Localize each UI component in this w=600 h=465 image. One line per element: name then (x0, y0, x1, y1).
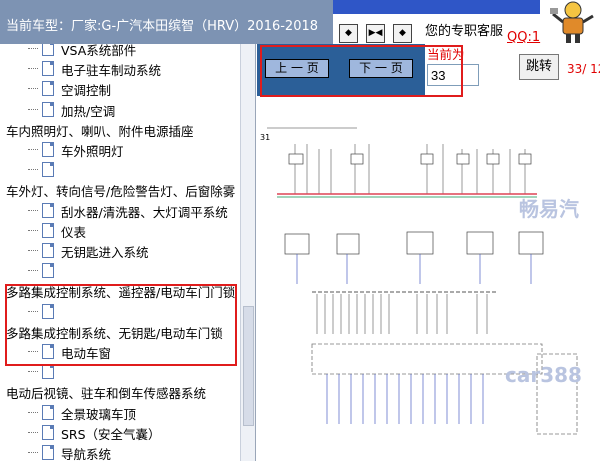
first-page-button[interactable]: ◆ (339, 24, 358, 43)
tree-connector (28, 411, 38, 413)
toggle-page-button[interactable]: ▶◀ (366, 24, 385, 43)
vehicle-label: 当前车型： (6, 19, 72, 34)
tree-item-label: 导航系统 (61, 447, 112, 461)
tree-leaf-item[interactable]: 导航系统 (0, 442, 240, 461)
wiring-diagram-drawing: 31 畅易汽 car388 (260, 127, 582, 435)
document-icon (42, 404, 54, 420)
document-icon (42, 101, 54, 117)
support-text: 您的专职客服 (425, 24, 504, 39)
tree-connector (28, 452, 38, 453)
document-icon (42, 243, 54, 258)
sidebar-tree: VSA系统部件电子驻车制动系统 空调控制加热/空调车内照明灯、喇叭、附件电源插座车… (0, 44, 256, 461)
tree-item-label: 无钥匙进入系统 (61, 245, 149, 260)
document-icon (42, 222, 54, 238)
document-icon (42, 81, 54, 97)
tree-folder-item[interactable]: 电动后视镜、驻车和倒车传感器系统 (0, 381, 240, 403)
tree-connector (28, 371, 38, 373)
document-icon (42, 445, 54, 460)
diagram-id: 31 (260, 133, 270, 142)
tree-item-label: 电动后视镜、驻车和倒车传感器系统 (6, 386, 207, 402)
tree-item-label: 车外灯、转向信号/危险警告灯、后窗除雾 (6, 184, 236, 200)
tree-leaf-item[interactable]: SRS（安全气囊） (0, 422, 240, 444)
scrollbar-thumb[interactable] (243, 306, 254, 426)
main-panel: 上 一 页 下 一 页 当前为 跳转 33/ 12 31 (257, 44, 600, 461)
tree-connector (28, 229, 38, 231)
document-icon (42, 424, 54, 440)
tree-connector (28, 108, 38, 110)
document-icon (42, 44, 54, 56)
tree-item-label: 车外照明灯 (61, 144, 124, 159)
page-toolbar: 上 一 页 下 一 页 当前为 跳转 33/ 12 (257, 44, 600, 97)
tree-leaf-item[interactable] (0, 159, 240, 181)
tree-leaf-item[interactable] (0, 260, 240, 282)
wiring-diagram: 31 畅易汽 car388 (257, 124, 600, 461)
last-page-button[interactable]: ◆ (393, 24, 412, 43)
tree-item-label: 全景玻璃车顶 (61, 406, 137, 422)
vehicle-info: 当前车型：厂家:G-广汽本田缤智（HRV）2016-2018 (0, 0, 333, 44)
tree-item-label: 刮水器/清洗器、大灯调平系统 (61, 204, 228, 220)
tree-connector (28, 250, 38, 251)
tree-connector (28, 88, 38, 90)
tree-leaf-item[interactable]: 仪表 (0, 220, 240, 242)
tree-leaf-item[interactable]: 刮水器/清洗器、大灯调平系统 (0, 200, 240, 222)
jump-button[interactable]: 跳转 (519, 54, 559, 80)
document-icon (42, 364, 54, 380)
mascot-icon (550, 1, 594, 43)
tree-connector (28, 270, 38, 272)
tree-connector (28, 48, 38, 49)
vehicle-value: 厂家:G-广汽本田缤智（HRV）2016-2018 (71, 19, 319, 34)
toolbar-highlight-box (260, 45, 463, 97)
document-icon (42, 142, 54, 157)
tree-connector (28, 169, 38, 171)
tree-connector (28, 68, 38, 70)
document-icon (42, 61, 54, 77)
tree-folder-item[interactable]: 车内照明灯、喇叭、附件电源插座 (0, 119, 240, 141)
tree-item-label: 仪表 (61, 224, 87, 240)
tree-item-label: 空调控制 (61, 83, 112, 99)
tree-item-label: SRS（安全气囊） (61, 426, 161, 442)
tree-leaf-item[interactable]: 电子驻车制动系统 (0, 58, 240, 80)
highlight-selection-box (5, 284, 237, 366)
tree-leaf-item[interactable]: 加热/空调 (0, 99, 240, 121)
top-bar: 当前车型：厂家:G-广汽本田缤智（HRV）2016-2018 ◆ ▶◀ ◆ 您的… (0, 0, 600, 45)
document-icon (42, 162, 54, 178)
tree-item-label: VSA系统部件 (61, 44, 137, 58)
tree-leaf-item[interactable]: 全景玻璃车顶 (0, 402, 240, 424)
page-count: 33/ 12 (567, 62, 600, 76)
tree-connector (28, 149, 38, 150)
tree-item-label: 加热/空调 (61, 103, 116, 119)
watermark-bottom: car388 (505, 363, 582, 387)
tree-item-label: 电子驻车制动系统 (61, 63, 162, 79)
qq-link[interactable]: QQ:1 (507, 30, 540, 45)
tree-item-label: 车内照明灯、喇叭、附件电源插座 (6, 123, 194, 139)
tree-leaf-item[interactable]: 无钥匙进入系统 (0, 240, 240, 262)
document-icon (42, 202, 54, 218)
tree-connector (28, 431, 38, 433)
document-icon (42, 263, 54, 279)
tree-connector (28, 209, 38, 211)
tree-folder-item[interactable]: 车外灯、转向信号/危险警告灯、后窗除雾 (0, 179, 240, 201)
sidebar-scrollbar[interactable] (240, 44, 255, 461)
tree-leaf-item[interactable]: 空调控制 (0, 78, 240, 100)
tree-leaf-item[interactable]: 车外照明灯 (0, 139, 240, 161)
watermark-top: 畅易汽 (519, 197, 579, 221)
